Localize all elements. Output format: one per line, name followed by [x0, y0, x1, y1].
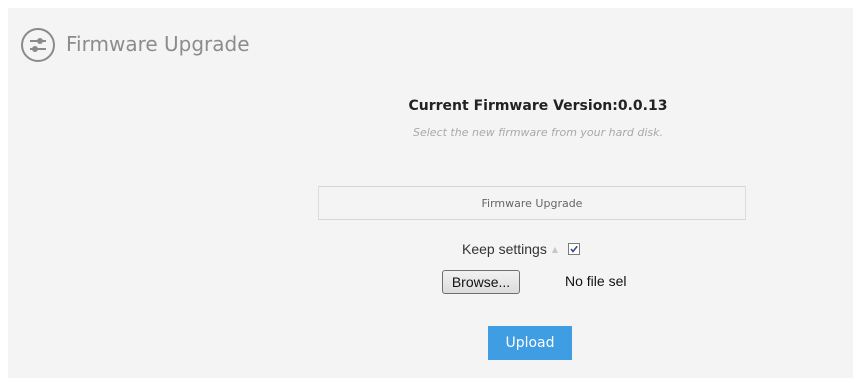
keep-settings-label: Keep settings	[462, 241, 547, 257]
upgrade-section-title: Firmware Upgrade	[481, 197, 583, 210]
browse-button[interactable]: Browse...	[442, 270, 520, 294]
keep-settings-checkbox[interactable]	[568, 243, 580, 255]
help-icon[interactable]: ▲	[552, 245, 558, 254]
settings-sliders-icon	[21, 28, 55, 62]
current-firmware-version: Current Firmware Version:0.0.13	[408, 98, 668, 114]
firmware-upgrade-panel: Firmware Upgrade Current Firmware Versio…	[8, 8, 853, 378]
firmware-hint-text: Select the new firmware from your hard d…	[413, 126, 663, 139]
keep-settings-row: Keep settings ▲	[462, 240, 580, 258]
file-status-text: No file sel	[565, 273, 627, 289]
upload-button[interactable]: Upload	[488, 326, 572, 360]
page-title: Firmware Upgrade	[66, 32, 250, 56]
